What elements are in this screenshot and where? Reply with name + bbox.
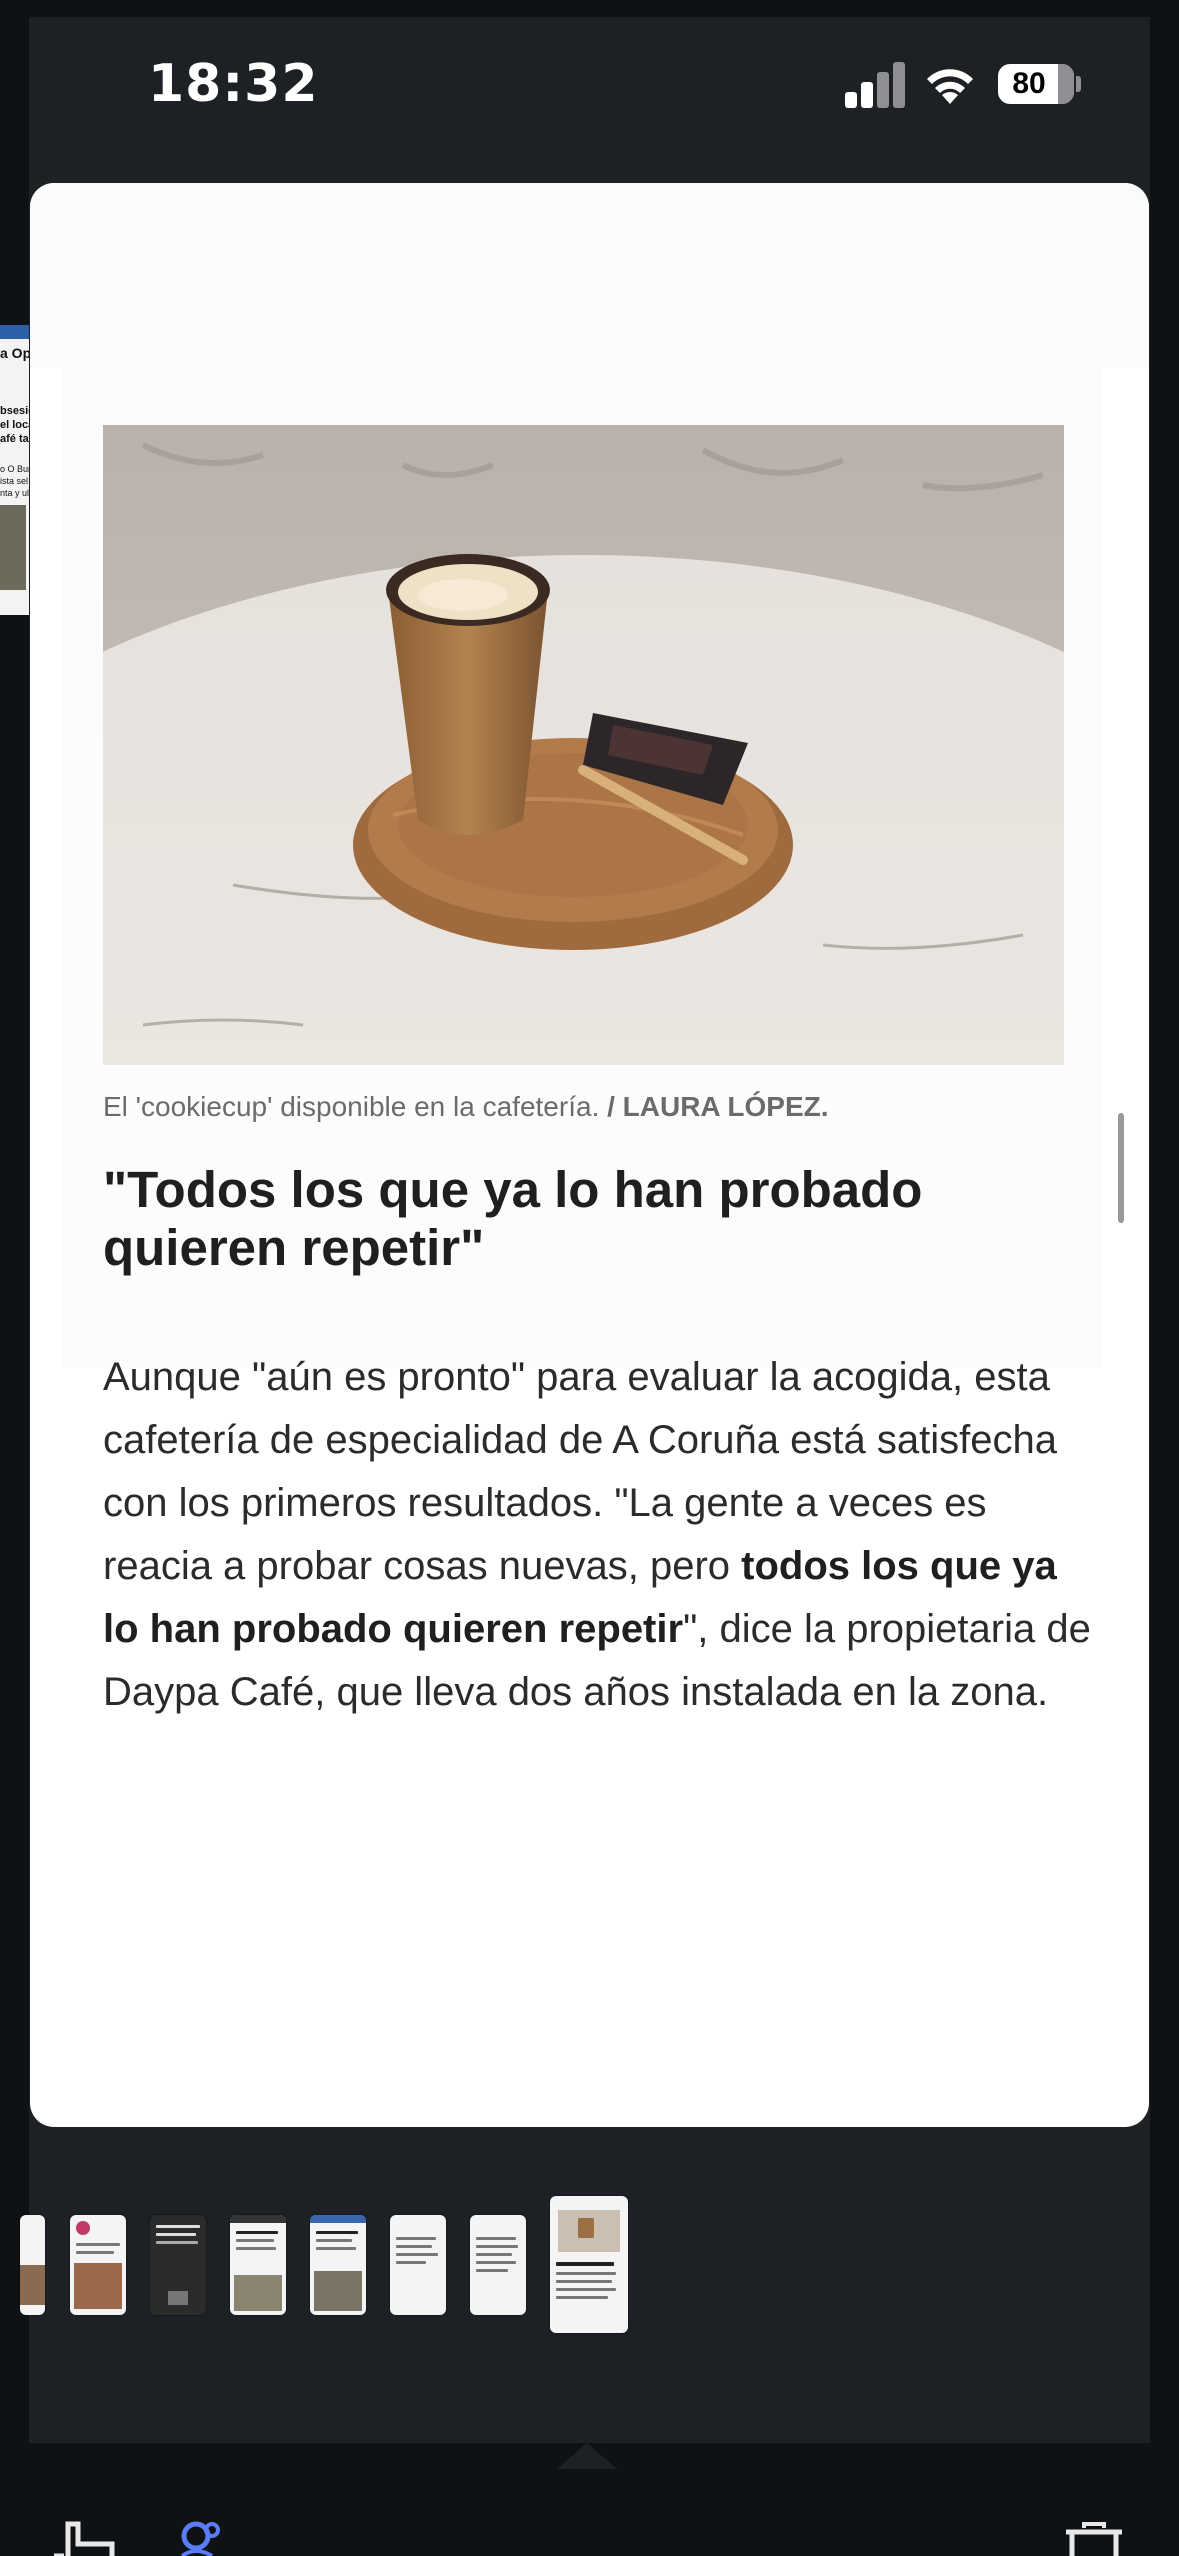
previous-page-peek[interactable]: a Opi bsesió el loca afé tan o O Bur ist… [0, 325, 29, 615]
page-thumbnail-selected[interactable] [550, 2196, 628, 2333]
peek-image [0, 505, 26, 590]
peek-line: nta y ul [0, 488, 29, 498]
cellular-signal-icon [845, 62, 905, 108]
peek-line: bsesió [0, 405, 29, 417]
battery-level: 80 [1012, 67, 1046, 100]
page-thumbnail[interactable] [20, 2215, 45, 2315]
article-subheading: "Todos los que ya lo han probado quieren… [103, 1161, 923, 1276]
article-paragraph: Aunque "aún es pronto" para evaluar la a… [103, 1346, 1093, 1724]
trash-icon[interactable] [1062, 2520, 1126, 2556]
crop-icon[interactable] [48, 2518, 118, 2556]
peek-line: el loca [0, 419, 29, 431]
article-photo[interactable] [103, 425, 1064, 1065]
page-thumbnail[interactable] [310, 2215, 366, 2315]
battery-icon: 80 [998, 64, 1074, 104]
page-thumbnail[interactable] [70, 2215, 126, 2315]
coffee-cup-photo [103, 425, 1064, 1065]
caption-text: El 'cookiecup' disponible en la cafeterí… [103, 1091, 608, 1122]
search-person-icon[interactable] [178, 2520, 228, 2556]
page-thumbnail[interactable] [230, 2215, 286, 2315]
selection-pointer [557, 2443, 617, 2469]
caption-credit: / LAURA LÓPEZ. [607, 1091, 829, 1122]
page-preview-card[interactable]: El 'cookiecup' disponible en la cafeterí… [30, 183, 1149, 2127]
page-thumbnail[interactable] [470, 2215, 526, 2315]
peek-line: a Opi [0, 345, 29, 361]
battery-tip [1076, 76, 1081, 92]
wifi-icon [927, 69, 973, 104]
page-thumbnail[interactable] [390, 2215, 446, 2315]
peek-line: afé tan [0, 433, 29, 445]
status-time: 18:32 [148, 54, 319, 114]
page-header-blank [30, 183, 1149, 368]
page-thumbnail[interactable] [150, 2215, 206, 2315]
scrollbar[interactable] [1118, 1113, 1124, 1223]
photo-caption: El 'cookiecup' disponible en la cafeterí… [103, 1091, 1093, 1123]
